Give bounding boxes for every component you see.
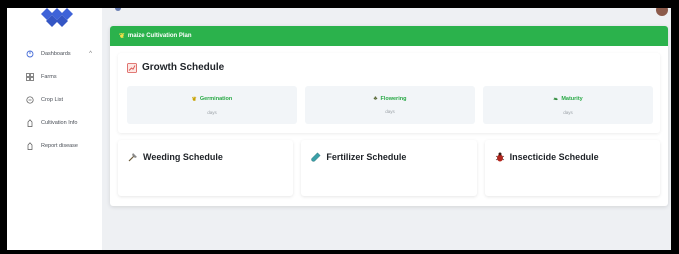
plan-title: maize Cultivation Plan bbox=[127, 33, 192, 39]
bug-icon bbox=[495, 152, 505, 162]
sidebar-item-crop-list[interactable]: Crop List bbox=[7, 88, 102, 111]
sprout-icon: ❦ bbox=[191, 96, 197, 103]
weeding-schedule-card[interactable]: Weeding Schedule bbox=[118, 140, 294, 196]
sidebar-item-label: Farms bbox=[41, 73, 57, 80]
sidebar-item-cultivation-info[interactable]: Cultivation Info bbox=[7, 111, 102, 134]
stage-germination: ❦ Germination days bbox=[127, 86, 297, 124]
insecticide-schedule-title: Insecticide Schedule bbox=[509, 152, 599, 162]
grid-icon bbox=[26, 72, 34, 81]
sidebar-item-label: Report disease bbox=[41, 142, 78, 149]
stage-label: Germination bbox=[199, 96, 233, 102]
growth-schedule-heading: Growth Schedule bbox=[127, 62, 224, 73]
weeding-schedule-title: Weeding Schedule bbox=[143, 152, 223, 162]
stage-maturity: ❧ Maturity days bbox=[483, 86, 653, 124]
growth-stages: ❦ Germination days ♣ Flowering days ❧ Ma bbox=[127, 86, 653, 124]
sidebar-item-label: Dashboards bbox=[41, 50, 71, 57]
fertilizer-schedule-heading: Fertilizer Schedule bbox=[311, 152, 466, 162]
weeding-schedule-heading: Weeding Schedule bbox=[128, 152, 283, 162]
growth-schedule-title: Growth Schedule bbox=[142, 62, 225, 73]
weeding-tool-icon bbox=[128, 152, 138, 162]
sidebar-item-dashboards[interactable]: Dashboards ^ bbox=[7, 42, 102, 65]
flower-pot-icon: ♣ bbox=[373, 96, 378, 102]
sprout-icon: ❦ bbox=[119, 33, 125, 40]
report-icon bbox=[26, 141, 34, 150]
sidebar-item-label: Cultivation Info bbox=[41, 119, 78, 126]
topbar-indicator bbox=[115, 8, 121, 11]
test-tube-icon bbox=[311, 152, 321, 162]
cultivation-plan-card: ❦ maize Cultivation Plan Growth Schedule… bbox=[110, 26, 668, 206]
stage-label: Maturity bbox=[561, 96, 583, 102]
fertilizer-schedule-card[interactable]: Fertilizer Schedule bbox=[301, 140, 477, 196]
stage-unit: days bbox=[563, 109, 573, 115]
stage-name-germination: ❦ Germination bbox=[192, 96, 232, 103]
insecticide-schedule-heading: Insecticide Schedule bbox=[495, 152, 650, 162]
info-icon bbox=[26, 118, 34, 127]
stage-unit: days bbox=[207, 109, 217, 115]
stage-name-flowering: ♣ Flowering bbox=[374, 96, 407, 102]
fertilizer-schedule-title: Fertilizer Schedule bbox=[326, 152, 407, 162]
app-window: Dashboards ^ Farms Crop List Cultivation… bbox=[7, 8, 671, 250]
schedule-cards: Weeding Schedule Fertilizer Schedule Ins… bbox=[118, 140, 660, 196]
dashboard-icon bbox=[26, 50, 34, 58]
sidebar-item-farms[interactable]: Farms bbox=[7, 65, 102, 88]
plan-header: ❦ maize Cultivation Plan bbox=[110, 26, 668, 46]
stage-flowering: ♣ Flowering days bbox=[305, 86, 475, 124]
stage-name-maturity: ❧ Maturity bbox=[553, 96, 582, 103]
insecticide-schedule-card[interactable]: Insecticide Schedule bbox=[484, 140, 660, 196]
growth-schedule-card: Growth Schedule ❦ Germination days ♣ Flo… bbox=[118, 53, 660, 133]
list-icon bbox=[26, 95, 34, 104]
stage-label: Flowering bbox=[380, 96, 407, 102]
sidebar-item-report-disease[interactable]: Report disease bbox=[7, 134, 102, 157]
sidebar: Dashboards ^ Farms Crop List Cultivation… bbox=[7, 8, 102, 250]
leaf-icon: ❧ bbox=[553, 96, 559, 103]
avatar[interactable] bbox=[656, 8, 668, 16]
logo-icon[interactable] bbox=[37, 8, 77, 34]
chart-icon bbox=[127, 62, 137, 73]
stage-unit: days bbox=[385, 109, 395, 114]
chevron-up-icon[interactable]: ^ bbox=[89, 51, 92, 57]
sidebar-item-label: Crop List bbox=[41, 96, 64, 103]
sidebar-nav: Dashboards ^ Farms Crop List Cultivation… bbox=[7, 42, 102, 157]
